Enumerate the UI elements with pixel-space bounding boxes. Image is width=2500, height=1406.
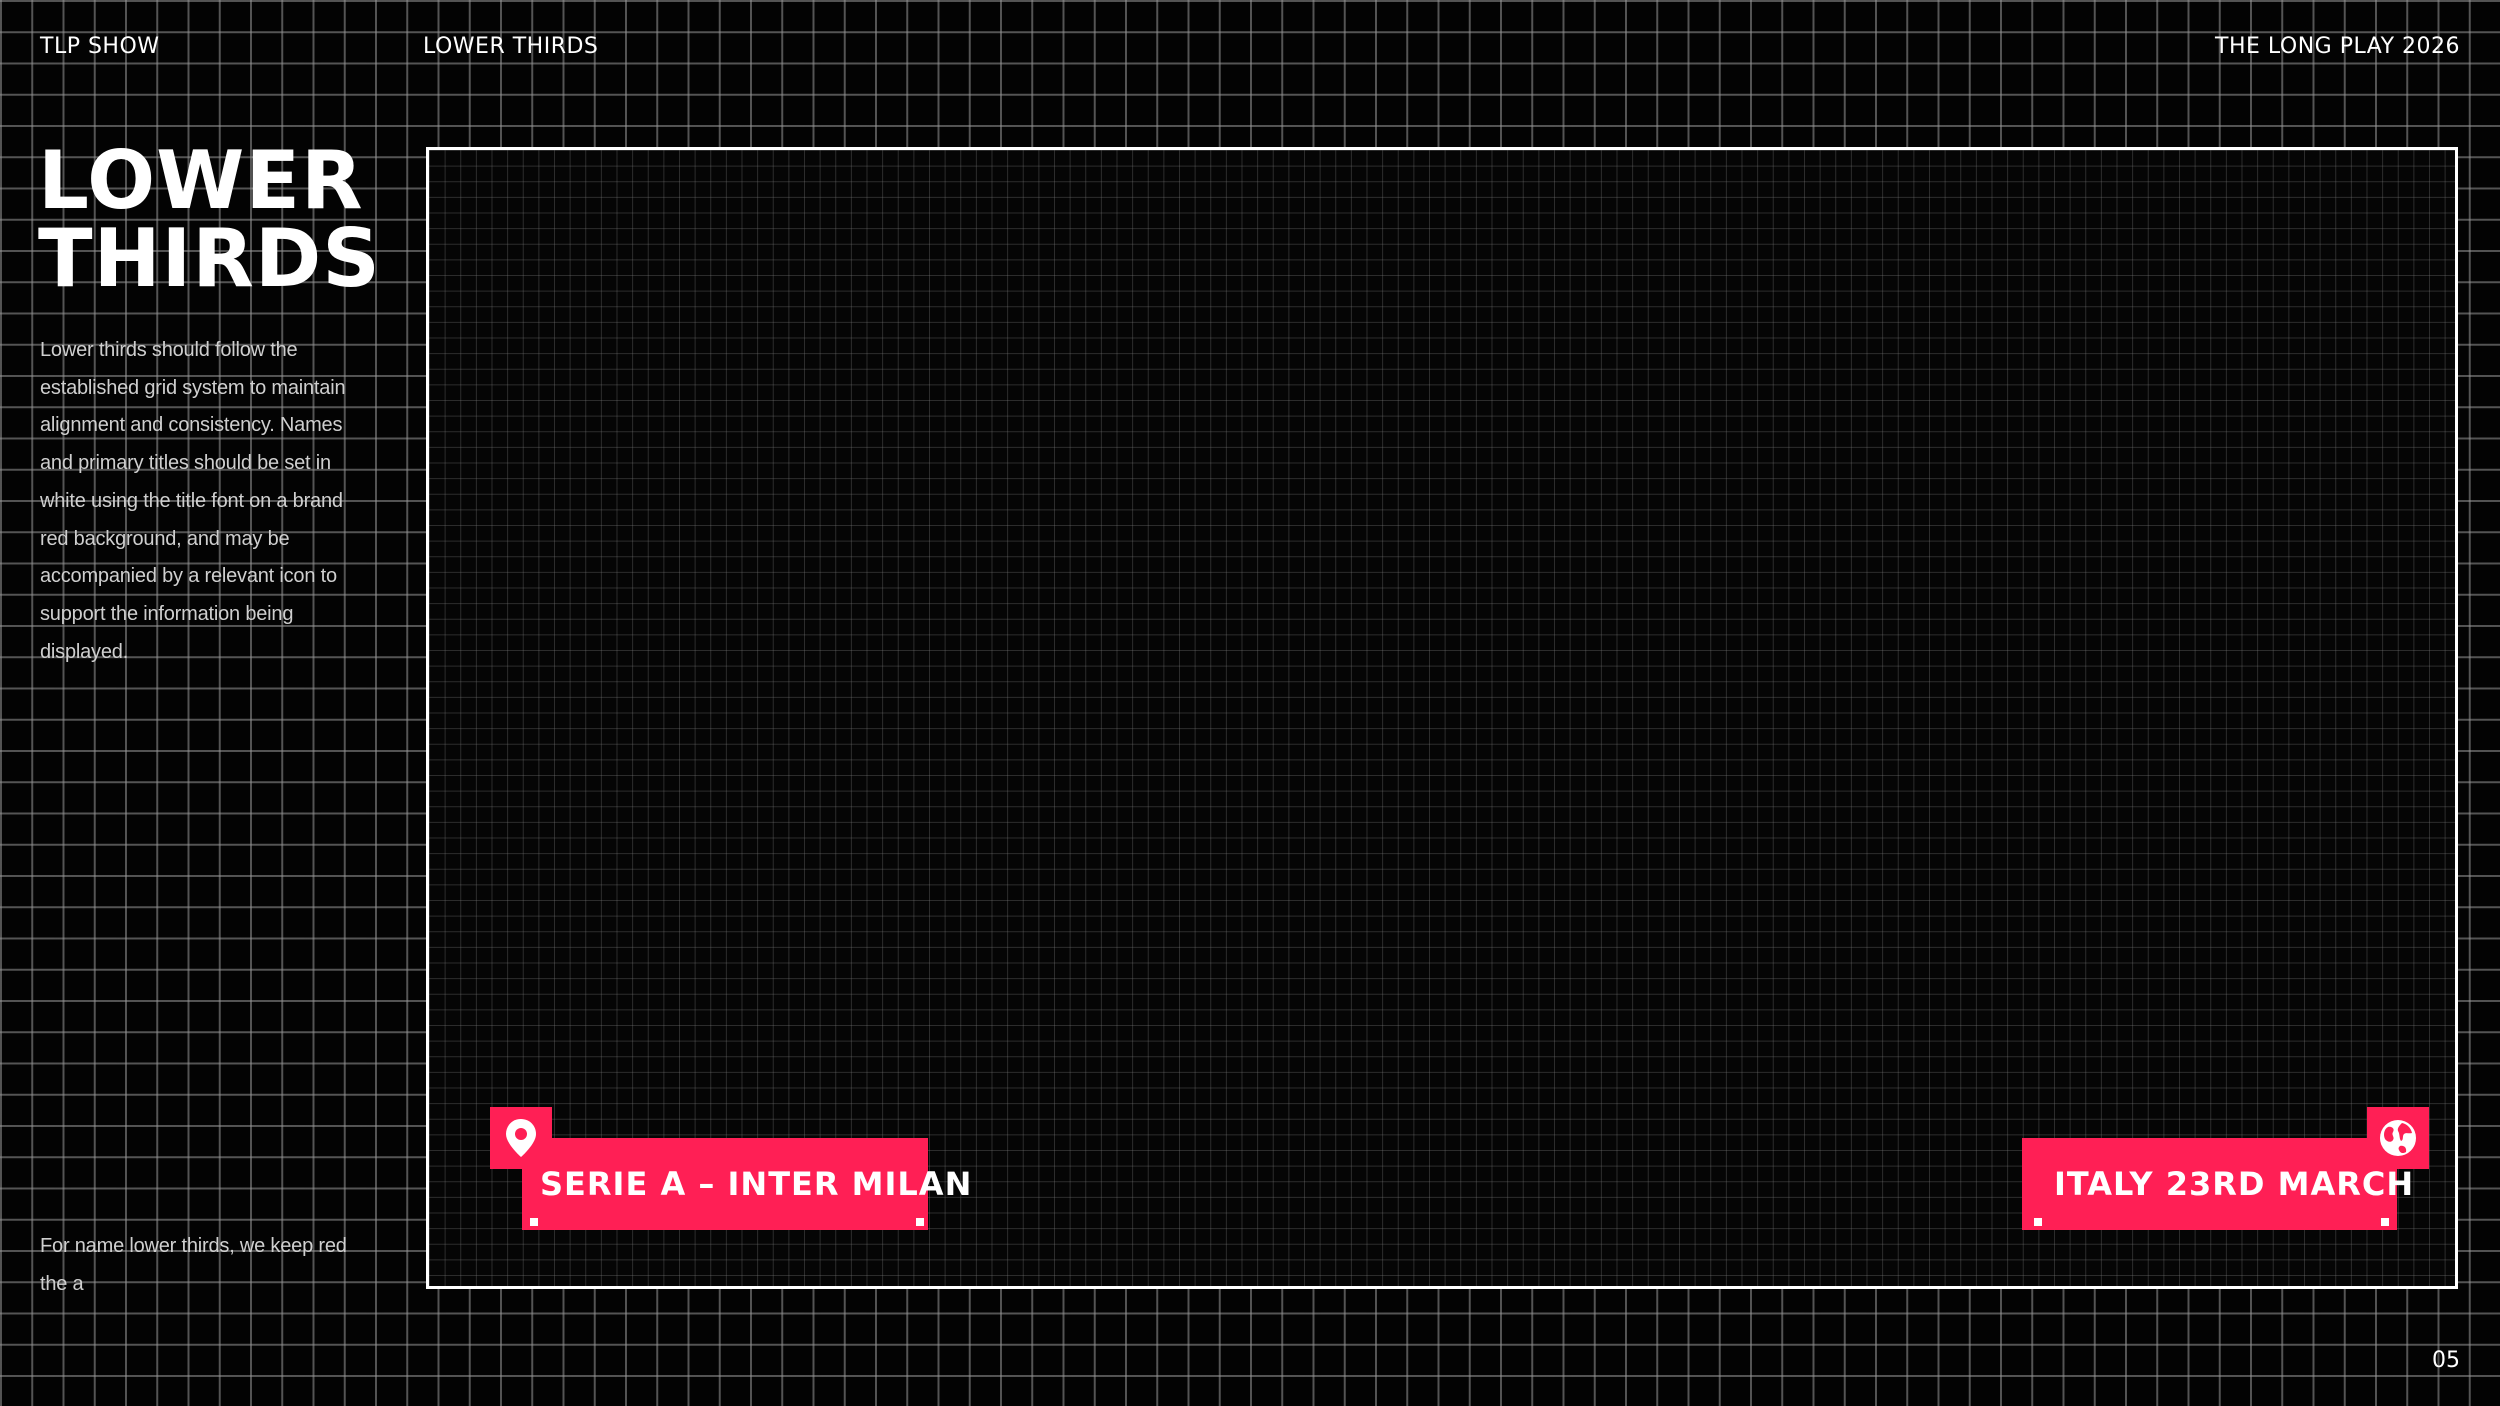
lower-third-date: ITALY 23RD MARCH <box>2022 1138 2413 1230</box>
lower-third-location-label: SERIE A – INTER MILAN <box>540 1165 973 1203</box>
page-title: LOWER THIRDS <box>38 134 381 305</box>
lower-third-location: SERIE A – INTER MILAN <box>522 1138 971 1230</box>
page-title-line-1: LOWER <box>38 134 364 227</box>
header-show-name: TLP SHOW <box>40 34 160 59</box>
corner-marker <box>2034 1218 2042 1226</box>
globe-icon <box>2367 1107 2429 1169</box>
page-number: 05 <box>2432 1348 2460 1373</box>
note-text: For name lower thirds, we keep red the a <box>40 1235 347 1295</box>
corner-marker <box>2381 1218 2389 1226</box>
header-brand-year: THE LONG PLAY 2026 <box>2215 34 2460 59</box>
lower-third-date-label: ITALY 23RD MARCH <box>2054 1165 2415 1203</box>
preview-frame <box>426 147 2458 1289</box>
corner-marker <box>530 1218 538 1226</box>
header-section-name: LOWER THIRDS <box>423 34 599 59</box>
corner-marker <box>916 1218 924 1226</box>
page-title-line-2: THIRDS <box>38 212 381 305</box>
location-pin-icon <box>490 1107 552 1169</box>
description-text: Lower thirds should follow the establish… <box>40 339 346 663</box>
